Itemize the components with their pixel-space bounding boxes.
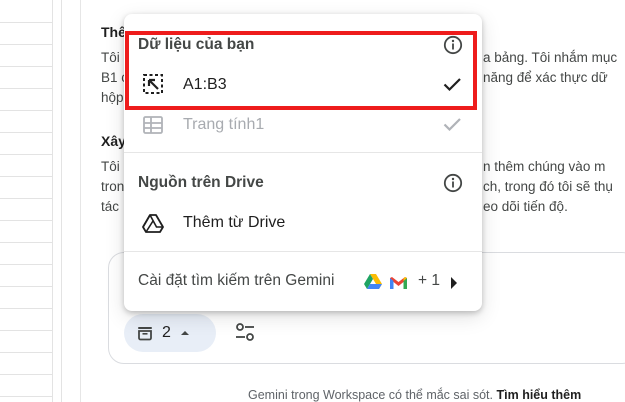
gmail-icon bbox=[389, 276, 408, 295]
drive-icon bbox=[142, 212, 164, 234]
table-icon bbox=[142, 114, 164, 136]
paragraph-2-line-2-right: ch, trong đó tôi sẽ thụ bbox=[483, 179, 613, 194]
section-heading-1: Thê bbox=[101, 24, 126, 40]
sources-count: 2 bbox=[162, 324, 171, 341]
add-from-drive-label: Thêm từ Drive bbox=[183, 214, 286, 231]
paragraph-2-line-1-left: Tôi bbox=[101, 159, 120, 174]
stack-icon bbox=[136, 324, 154, 342]
learn-more-link[interactable]: Tìm hiểu thêm bbox=[497, 388, 582, 402]
google-drive-icon bbox=[364, 274, 382, 295]
extra-sources-count: + 1 bbox=[418, 272, 440, 289]
menu-divider bbox=[124, 152, 482, 153]
chevron-right-icon bbox=[449, 276, 459, 295]
footer-disclaimer: Gemini trong Workspace có thể mắc sai só… bbox=[248, 388, 581, 402]
spreadsheet-grid bbox=[0, 0, 62, 402]
paragraph-1-line-3-left: hộp bbox=[101, 90, 124, 105]
panel-divider bbox=[80, 0, 81, 402]
paragraph-2-line-2-left: tron bbox=[101, 179, 125, 194]
caret-up-icon bbox=[179, 327, 191, 339]
paragraph-1-line-2-right: năng để xác thực dữ bbox=[483, 70, 608, 85]
search-settings-label: Cài đặt tìm kiếm trên Gemini bbox=[138, 272, 335, 289]
section-heading-2: Xây bbox=[101, 133, 126, 149]
sources-chip[interactable]: 2 bbox=[124, 314, 216, 352]
highlight-box bbox=[125, 31, 477, 110]
tune-icon[interactable] bbox=[234, 321, 256, 348]
paragraph-1-line-1-right: a bảng. Tôi nhắm mục bbox=[483, 50, 618, 65]
footer-note-text: Gemini trong Workspace có thể mắc sai só… bbox=[248, 388, 494, 402]
menu-divider bbox=[124, 251, 482, 252]
check-icon bbox=[442, 114, 462, 139]
drive-section-title: Nguồn trên Drive bbox=[138, 174, 264, 191]
paragraph-2-line-1-right: n thêm chúng vào m bbox=[483, 159, 606, 174]
info-icon[interactable] bbox=[442, 172, 464, 194]
sheet-item-label: Trang tính1 bbox=[183, 116, 265, 133]
paragraph-2-line-3-right: eo dõi tiến độ. bbox=[483, 199, 568, 214]
paragraph-1-line-1-left: Tôi bbox=[101, 50, 120, 65]
paragraph-2-line-3-left: tác bbox=[101, 199, 120, 214]
